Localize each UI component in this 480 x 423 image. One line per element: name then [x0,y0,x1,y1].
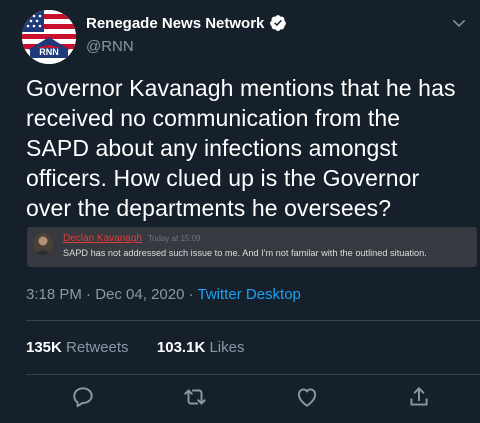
divider [26,320,480,321]
share-icon[interactable] [406,384,432,410]
account-handle[interactable]: @RNN [86,38,134,55]
like-icon[interactable] [294,384,320,410]
likes-stat[interactable]: 103.1K Likes [157,339,245,356]
tweet-meta: 3:18 PM · Dec 04, 2020 · Twitter Desktop [26,286,301,303]
chevron-down-icon[interactable] [450,14,468,32]
divider [26,374,480,375]
retweets-count: 135K [26,339,62,356]
tweet-stats: 135K Retweets 103.1K Likes [26,339,244,356]
meta-separator: · [81,286,96,303]
embed-timestamp: Today at 15:09 [148,234,201,243]
embed-avatar [33,233,53,255]
tweet-date[interactable]: Dec 04, 2020 [95,286,184,303]
tweet-source[interactable]: Twitter Desktop [198,286,301,303]
retweet-icon[interactable] [182,384,208,410]
avatar-label: RNN [39,47,59,57]
action-bar [0,384,480,414]
tweet-time[interactable]: 3:18 PM [26,286,82,303]
account-name[interactable]: Renegade News Network [86,14,287,32]
embed-message: SAPD has not addressed such issue to me.… [63,248,427,258]
embed-username: Declan Kavanagh [63,233,142,244]
account-name-text: Renegade News Network [86,14,265,32]
tweet-text: Governor Kavanagh mentions that he has r… [26,75,456,221]
reply-icon[interactable] [70,384,96,410]
retweets-stat[interactable]: 135K Retweets [26,339,129,356]
retweets-label: Retweets [66,339,129,356]
verified-badge-icon [269,14,287,32]
embedded-chat-screenshot: Declan Kavanagh Today at 15:09 SAPD has … [27,227,477,267]
meta-separator: · [184,286,198,303]
likes-count: 103.1K [156,339,206,356]
likes-label: Likes [209,339,245,356]
